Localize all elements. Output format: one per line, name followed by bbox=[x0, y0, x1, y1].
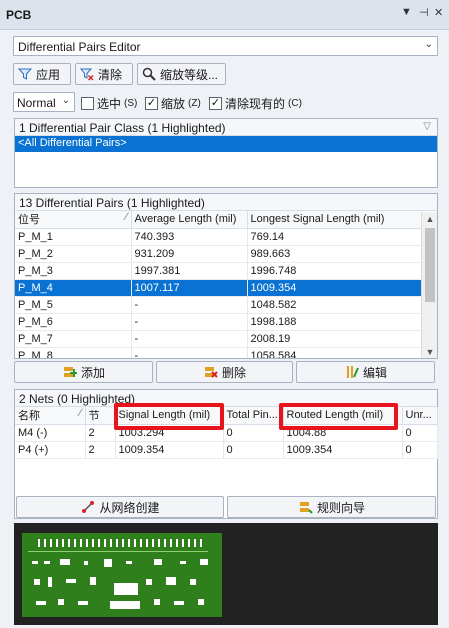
vertical-scrollbar[interactable]: ▲ ▼ bbox=[421, 212, 437, 358]
zoom-checkbox-label: 缩放 bbox=[161, 97, 186, 111]
editor-select[interactable]: Differential Pairs Editor ⌄ bbox=[13, 36, 438, 56]
column-header-nodes[interactable]: 节 bbox=[85, 407, 116, 425]
clear-existing-checkbox-box[interactable]: ✓ bbox=[209, 97, 222, 110]
delete-pair-icon bbox=[203, 364, 219, 380]
edit-pair-icon bbox=[344, 364, 360, 380]
filter-icon bbox=[17, 66, 33, 82]
zoom-level-button[interactable]: 缩放等级... bbox=[137, 63, 226, 85]
chevron-down-icon: ⌄ bbox=[61, 95, 70, 106]
scroll-up-icon[interactable]: ▲ bbox=[422, 214, 437, 224]
mask-mode-select[interactable]: Normal ⌄ bbox=[13, 92, 75, 112]
clear-button[interactable]: 清除 bbox=[75, 63, 133, 85]
clear-label: 清除 bbox=[98, 67, 123, 82]
edit-label: 编辑 bbox=[362, 365, 387, 380]
table-row[interactable]: P4 (+) 2 1009.354 0 1009.354 0 bbox=[15, 441, 438, 459]
add-pair-icon bbox=[62, 364, 78, 380]
board-preview-image bbox=[22, 533, 222, 617]
create-from-nets-button[interactable]: 从网络创建 bbox=[16, 496, 224, 518]
table-row[interactable]: P_M_7-2008.19 bbox=[15, 330, 423, 348]
filter-icon[interactable]: ▽ bbox=[423, 121, 431, 132]
zoom-checkbox-box[interactable]: ✓ bbox=[145, 97, 158, 110]
column-header-designator[interactable]: 位号 ⁄ bbox=[15, 211, 132, 229]
table-row[interactable]: P_M_5-1048.582 bbox=[15, 296, 423, 314]
select-checkbox[interactable]: 选中 (S) bbox=[81, 95, 137, 112]
scrollbar-thumb[interactable] bbox=[425, 228, 435, 302]
magnifier-icon bbox=[141, 66, 157, 82]
apply-label: 应用 bbox=[36, 67, 61, 82]
pair-class-list: 1 Differential Pair Class (1 Highlighted… bbox=[14, 118, 438, 188]
select-checkbox-label: 选中 bbox=[97, 97, 122, 111]
create-from-nets-label: 从网络创建 bbox=[99, 500, 160, 515]
delete-button[interactable]: 删除 bbox=[156, 361, 293, 383]
diff-pairs-grid: 位号 ⁄ Average Length (mil) Longest Signal … bbox=[15, 211, 423, 358]
clear-existing-checkbox-label: 清除现有的 bbox=[225, 97, 286, 111]
clear-existing-shortcut: (C) bbox=[288, 98, 302, 109]
routed-length-highlight bbox=[279, 403, 398, 430]
diff-pairs-header: 13 Differential Pairs (1 Highlighted) bbox=[15, 194, 437, 211]
table-row-selected[interactable]: P_M_4 1007.117 1009.354 bbox=[15, 279, 423, 297]
board-preview[interactable] bbox=[14, 523, 438, 625]
column-header-net-name[interactable]: 名称 ⁄ bbox=[15, 407, 86, 425]
column-header-longest-length[interactable]: Longest Signal Length (mil) bbox=[247, 211, 423, 229]
signal-length-highlight bbox=[114, 403, 224, 430]
table-row[interactable]: P_M_2 931.209 989.663 bbox=[15, 245, 423, 263]
rules-wizard-button[interactable]: 规则向导 bbox=[227, 496, 436, 518]
panel-title: PCB bbox=[6, 8, 32, 22]
chevron-down-icon: ⌄ bbox=[424, 39, 433, 50]
column-header-unrouted[interactable]: Unr... bbox=[402, 407, 438, 425]
panel-titlebar: PCB ▼ ⊣ ✕ bbox=[0, 0, 449, 30]
table-row[interactable]: P_M_6-1998.188 bbox=[15, 313, 423, 331]
close-icon[interactable]: ✕ bbox=[434, 6, 443, 19]
add-label: 添加 bbox=[80, 365, 105, 380]
zoom-shortcut: (Z) bbox=[188, 98, 201, 109]
select-shortcut: (S) bbox=[124, 98, 138, 109]
panel-menu-icon[interactable]: ▼ bbox=[401, 6, 412, 18]
delete-label: 删除 bbox=[221, 365, 246, 380]
apply-button[interactable]: 应用 bbox=[13, 63, 71, 85]
clear-existing-checkbox[interactable]: ✓ 清除现有的 (C) bbox=[209, 95, 302, 112]
net-link-icon bbox=[80, 499, 96, 515]
list-item[interactable]: <All Differential Pairs> bbox=[15, 136, 437, 152]
edit-button[interactable]: 编辑 bbox=[296, 361, 435, 383]
editor-select-value: Differential Pairs Editor bbox=[18, 40, 141, 54]
table-row[interactable]: P_M_8-1058.584 bbox=[15, 347, 423, 358]
pair-class-header: 1 Differential Pair Class (1 Highlighted… bbox=[15, 119, 437, 136]
table-row[interactable]: P_M_1 740.393 769.14 bbox=[15, 228, 423, 246]
diff-pairs-table: 13 Differential Pairs (1 Highlighted) 位号… bbox=[14, 193, 438, 359]
scroll-down-icon[interactable]: ▼ bbox=[422, 347, 437, 357]
column-header-total-pin[interactable]: Total Pin... bbox=[223, 407, 284, 425]
mask-mode-value: Normal bbox=[17, 96, 56, 110]
zoom-level-label: 缩放等级... bbox=[160, 67, 219, 82]
pin-icon[interactable]: ⊣ bbox=[419, 6, 429, 19]
table-row[interactable]: P_M_3 1997.381 1996.748 bbox=[15, 262, 423, 280]
column-header-average-length[interactable]: Average Length (mil) bbox=[131, 211, 248, 229]
rules-wizard-label: 规则向导 bbox=[316, 500, 365, 515]
zoom-checkbox[interactable]: ✓ 缩放 (Z) bbox=[145, 95, 201, 112]
add-button[interactable]: 添加 bbox=[14, 361, 153, 383]
pair-class-header-text: 1 Differential Pair Class (1 Highlighted… bbox=[19, 121, 226, 135]
select-checkbox-box[interactable] bbox=[81, 97, 94, 110]
clear-filter-icon bbox=[79, 66, 95, 82]
wizard-icon bbox=[298, 499, 314, 515]
diff-pairs-header-text: 13 Differential Pairs (1 Highlighted) bbox=[19, 196, 205, 210]
